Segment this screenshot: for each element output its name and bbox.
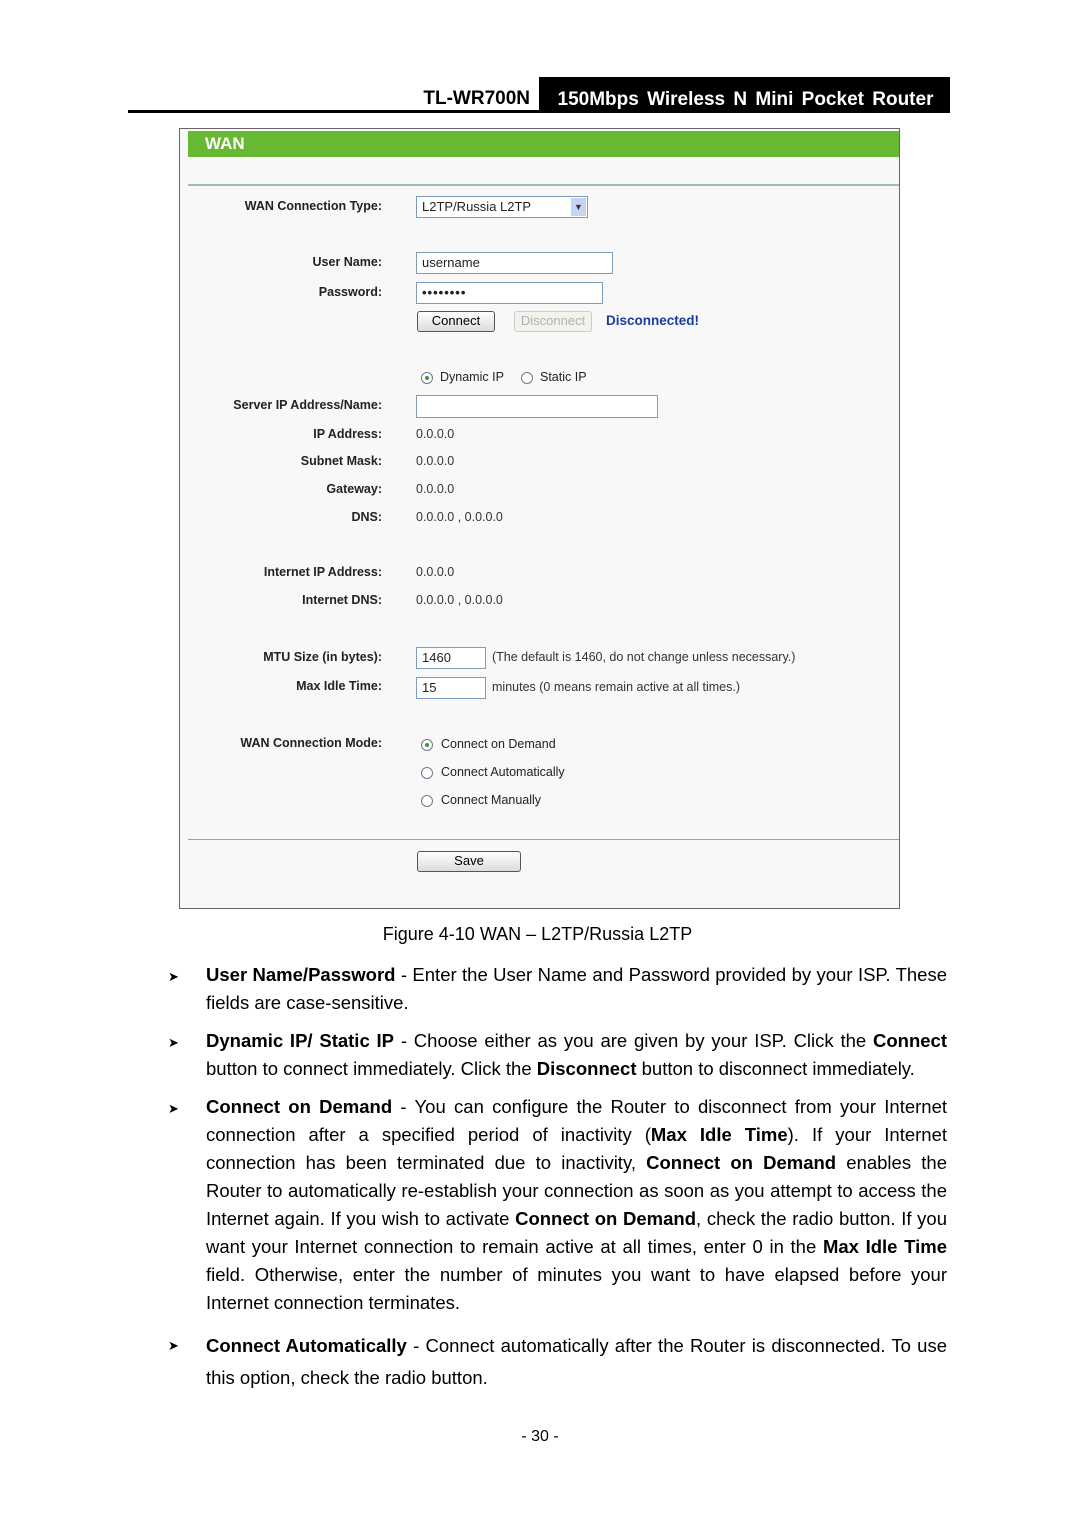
server-input[interactable] <box>416 395 658 418</box>
gateway-label: Gateway: <box>326 482 382 496</box>
connect-on-demand-radio[interactable] <box>421 739 433 751</box>
term: Disconnect <box>536 1058 637 1079</box>
wan-settings-panel: WAN WAN Connection Type: L2TP/Russia L2T… <box>179 128 900 909</box>
term: Connect <box>873 1030 947 1051</box>
bullet-connect-automatically: Connect Automatically - Connect automati… <box>206 1330 947 1394</box>
term: Max Idle Time <box>650 1124 788 1145</box>
page-number: - 30 - <box>521 1428 559 1445</box>
description: button to connect immediately. Click the <box>206 1058 537 1079</box>
chevron-down-icon[interactable]: ▼ <box>571 198 586 216</box>
dns-label: DNS: <box>351 510 382 524</box>
term: Connect on Demand <box>206 1096 393 1117</box>
bullet-icon: ➤ <box>168 969 179 984</box>
term: Connect on Demand <box>515 1208 697 1229</box>
internet-dns-label: Internet DNS: <box>302 593 382 607</box>
connect-automatically-radio[interactable] <box>421 767 433 779</box>
header-model: TL-WR700N <box>423 88 530 109</box>
term: User Name/Password <box>206 964 396 985</box>
connect-manually-radio[interactable] <box>421 795 433 807</box>
connection-status: Disconnected! <box>606 313 700 328</box>
ip-label: IP Address: <box>313 427 382 441</box>
dynamic-ip-label: Dynamic IP <box>440 370 504 384</box>
term: Dynamic IP/ Static IP <box>206 1030 395 1051</box>
internet-ip-label: Internet IP Address: <box>263 565 382 579</box>
description: - Choose either as you are given by your… <box>394 1030 873 1051</box>
username-input[interactable]: username <box>416 252 613 274</box>
bullet-icon: ➤ <box>168 1101 179 1116</box>
connect-manually-label: Connect Manually <box>441 793 542 807</box>
password-label: Password: <box>318 285 382 299</box>
static-ip-label: Static IP <box>540 370 587 384</box>
connection-type-value: L2TP/Russia L2TP <box>422 199 532 214</box>
mtu-label: MTU Size (in bytes): <box>263 650 382 664</box>
bullet-connect-on-demand: Connect on Demand - You can configure th… <box>206 1093 947 1317</box>
mask-value: 0.0.0.0 <box>416 454 455 468</box>
connect-on-demand-label: Connect on Demand <box>441 737 556 751</box>
header-title: 150Mbps Wireless N Mini Pocket Router <box>539 77 950 112</box>
mtu-input[interactable]: 1460 <box>416 647 486 669</box>
header-rule <box>128 110 950 113</box>
term: Connect on Demand <box>646 1152 837 1173</box>
divider <box>188 184 899 186</box>
wan-title-bar: WAN <box>188 131 899 157</box>
save-button[interactable]: Save <box>417 851 521 872</box>
manual-page: TL-WR700N 150Mbps Wireless N Mini Pocket… <box>0 0 1080 1527</box>
server-label: Server IP Address/Name: <box>233 398 382 412</box>
disconnect-button[interactable]: Disconnect <box>514 311 592 332</box>
connect-automatically-label: Connect Automatically <box>441 765 565 779</box>
connection-type-label: WAN Connection Type: <box>244 199 382 213</box>
dynamic-ip-radio[interactable] <box>421 372 433 384</box>
mode-label: WAN Connection Mode: <box>240 736 382 750</box>
username-label: User Name: <box>312 255 382 269</box>
password-input[interactable]: •••••••• <box>416 282 603 304</box>
internet-dns-value: 0.0.0.0 , 0.0.0.0 <box>416 593 503 607</box>
ip-value: 0.0.0.0 <box>416 427 455 441</box>
mask-label: Subnet Mask: <box>300 454 382 468</box>
idle-label: Max Idle Time: <box>296 679 382 693</box>
bullet-icon: ➤ <box>168 1035 179 1050</box>
description: button to disconnect immediately. <box>636 1058 915 1079</box>
bullet-dynamic-static-ip: Dynamic IP/ Static IP - Choose either as… <box>206 1027 947 1083</box>
bullet-user-name-password: User Name/Password - Enter the User Name… <box>206 961 947 1017</box>
figure-caption: Figure 4-10 WAN – L2TP/Russia L2TP <box>382 924 693 944</box>
idle-hint: minutes (0 means remain active at all ti… <box>492 680 741 694</box>
dns-value: 0.0.0.0 , 0.0.0.0 <box>416 510 503 524</box>
mtu-hint: (The default is 1460, do not change unle… <box>492 650 796 664</box>
internet-ip-value: 0.0.0.0 <box>416 565 455 579</box>
bullet-icon: ➤ <box>168 1338 179 1353</box>
connection-type-select[interactable]: L2TP/Russia L2TP ▼ <box>416 196 588 218</box>
description: field. Otherwise, enter the number of mi… <box>206 1264 947 1313</box>
divider <box>188 839 899 840</box>
static-ip-radio[interactable] <box>521 372 533 384</box>
gateway-value: 0.0.0.0 <box>416 482 455 496</box>
term: Max Idle Time <box>822 1236 947 1257</box>
idle-input[interactable]: 15 <box>416 677 486 699</box>
term: Connect Automatically <box>206 1335 407 1356</box>
connect-button[interactable]: Connect <box>417 311 495 332</box>
